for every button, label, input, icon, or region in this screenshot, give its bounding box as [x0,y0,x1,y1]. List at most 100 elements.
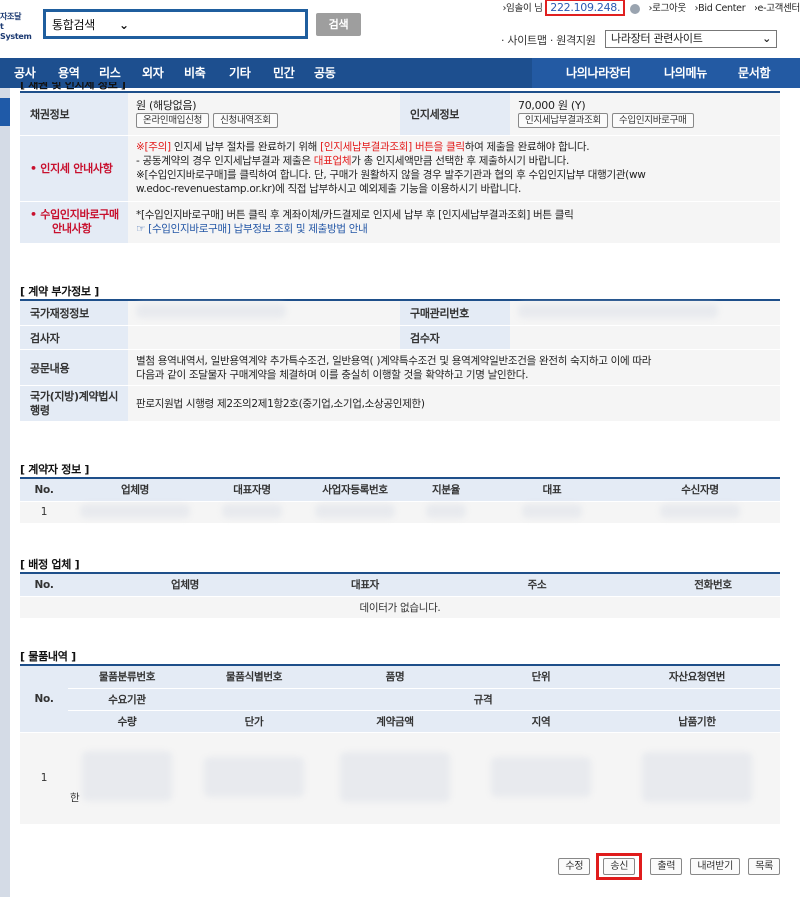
col-demand-org: 수요기관 [68,688,186,711]
search-button[interactable]: 검색 [316,13,361,36]
logo[interactable]: 자조달 t System [0,12,36,42]
col-main: 대표 [484,479,620,502]
inspector-label: 검사자 [20,325,128,350]
contract-extra-table: 국가재정정보 구매관리번호 검사자 검수자 공문내용 별첨 용역내역서, 일반용… [20,301,780,422]
redacted-value [204,756,304,797]
nav-item-inbox[interactable]: 문서함 [738,58,771,88]
left-side-tab[interactable] [0,98,10,126]
redacted-value [522,503,582,518]
request-history-button[interactable]: 신청내역조회 [213,113,278,129]
nav-item-my-nara[interactable]: 나의나라장터 [566,58,631,88]
doc-content-label: 공문내용 [20,349,128,386]
table-row: 1 한 [20,732,780,825]
col-company: 업체명 [68,574,302,597]
nav-item-joint[interactable]: 공동 [314,58,336,88]
send-button[interactable]: 송신 [603,858,636,875]
redacted-value [222,503,282,518]
redacted-value [518,304,718,318]
online-purchase-button[interactable]: 온라인매입신청 [136,113,210,129]
nav-item-my-menu[interactable]: 나의메뉴 [664,58,707,88]
col-deadline: 납품기한 [614,710,780,733]
col-no: No. [20,479,68,502]
law-value: 판로지원법 시행령 제2조의2제1항2호(중기업,소기업,소상공인제한) [128,385,780,422]
redacted-value [315,503,395,518]
col-phone: 전화번호 [646,574,780,597]
user-greeting: ›임솔이 님 [502,3,543,14]
bond-value-cell: 원 (해당없음) 온라인매입신청 신청내역조회 [128,93,400,136]
col-receiver: 수신자명 [620,479,780,502]
stamp-buy-guide-text: *[수입인지바로구매] 버튼 클릭 후 계좌이체/카드결제로 인지세 납부 후 … [128,201,780,244]
payment-info-link[interactable]: ☞ [수입인지바로구매] 납부정보 조회 및 제출방법 안내 [136,222,772,236]
col-asset-no: 자산요청연번 [614,666,780,689]
sitemap-links[interactable]: · 사이트맵 · 원격지원 [501,32,596,48]
stamp-guide-label: • 인지세 안내사항 [20,135,128,202]
contract-extra-title: [ 계약 부가정보 ] [20,285,99,298]
stamp-buy-button[interactable]: 수입인지바로구매 [611,113,694,129]
col-item-name: 품명 [322,666,468,689]
contractor-title: [ 계약자 정보 ] [20,463,90,476]
table-row: 1 [20,501,780,524]
col-address: 주소 [428,574,646,597]
chevron-down-icon: ⌄ [762,32,771,45]
gear-icon[interactable] [629,3,640,14]
receiver-value [510,325,780,350]
col-no: No. [20,574,68,597]
redacted-value [82,751,173,801]
purchase-no-value [510,301,780,326]
redacted-value [642,751,752,802]
col-no: No. [20,666,68,733]
distribution-table: No. 업체명 대표자 주소 전화번호 데이터가 없습니다. [20,574,780,619]
redacted-value [340,751,450,802]
items-title: [ 물품내역 ] [20,650,76,663]
main-content: [ 채권 및 인지세 정보 ] 채권정보 원 (해당없음) 온라인매입신청 신청내… [12,82,780,897]
stamp-label: 인지세정보 [400,93,510,136]
nav-item-stockpile[interactable]: 비축 [184,58,206,88]
col-amount: 계약금액 [322,710,468,733]
law-label: 국가(지방)계약법시 행령 [20,385,128,422]
redacted-value [491,756,591,797]
col-biz-no: 사업자등록번호 [302,479,408,502]
nav-item-foreign[interactable]: 외자 [142,58,164,88]
col-item-id: 물품식별번호 [186,666,322,689]
col-share: 지분율 [408,479,484,502]
bond-section-title: [ 채권 및 인지세 정보 ] [20,82,126,90]
col-ceo: 대표자명 [202,479,302,502]
stamp-value-cell: 70,000 원 (Y) 인지세납부결과조회 수입인지바로구매 [510,93,780,136]
empty-message: 데이터가 없습니다. [20,596,780,619]
customer-center-link[interactable]: ›e-고객센터 [754,3,800,14]
items-table: No. 물품분류번호 물품식별번호 품명 단위 자산요청연번 수요기관 규격 수… [20,666,780,825]
col-company: 업체명 [68,479,202,502]
print-button[interactable]: 출력 [650,858,683,875]
stamp-guide-text: ※[주의] 인지세 납부 절차를 완료하기 위해 [인지세납부결과조회] 버튼을… [128,135,780,202]
nav-item-etc[interactable]: 기타 [229,58,251,88]
search-box[interactable]: 통합검색 ⌄ [43,9,308,39]
chevron-down-icon: ⌄ [118,18,129,32]
modify-button[interactable]: 수정 [558,858,591,875]
redacted-value [660,503,740,518]
action-buttons: 수정 송신 출력 내려받기 목록 [553,853,780,880]
nav-item-private[interactable]: 민간 [273,58,295,88]
utility-links: ›임솔이 님 222.109.248. ›로그아웃 ›Bid Center ›e… [502,0,800,16]
bond-info-table: 채권정보 원 (해당없음) 온라인매입신청 신청내역조회 인지세정보 70,000… [20,93,780,244]
col-class-no: 물품분류번호 [68,666,186,689]
col-spec: 규격 [186,688,780,711]
col-unit-price: 단가 [186,710,322,733]
bid-center-link[interactable]: ›Bid Center [695,3,746,14]
col-ceo: 대표자 [302,574,428,597]
send-button-highlight: 송신 [596,853,643,880]
receiver-label: 검수자 [400,325,510,350]
ip-address: 222.109.248. [545,0,626,16]
contractor-table: No. 업체명 대표자명 사업자등록번호 지분율 대표 수신자명 1 [20,479,780,524]
stamp-buy-guide-label: • 수입인지바로구매 안내사항 [20,201,128,244]
stamp-result-button[interactable]: 인지세납부결과조회 [518,113,608,129]
purchase-no-label: 구매관리번호 [400,301,510,326]
list-button[interactable]: 목록 [748,858,780,875]
logout-link[interactable]: ›로그아웃 [649,3,687,14]
col-unit: 단위 [468,666,614,689]
search-scope-select[interactable]: 통합검색 ⌄ [52,16,129,33]
doc-content-value: 별첨 용역내역서, 일반용역계약 추가특수조건, 일반용역( )계약특수조건 및… [128,349,780,386]
col-region: 지역 [468,710,614,733]
related-sites-select[interactable]: 나라장터 관련사이트 ⌄ [605,30,777,48]
download-button[interactable]: 내려받기 [690,858,740,875]
redacted-value [426,503,466,518]
